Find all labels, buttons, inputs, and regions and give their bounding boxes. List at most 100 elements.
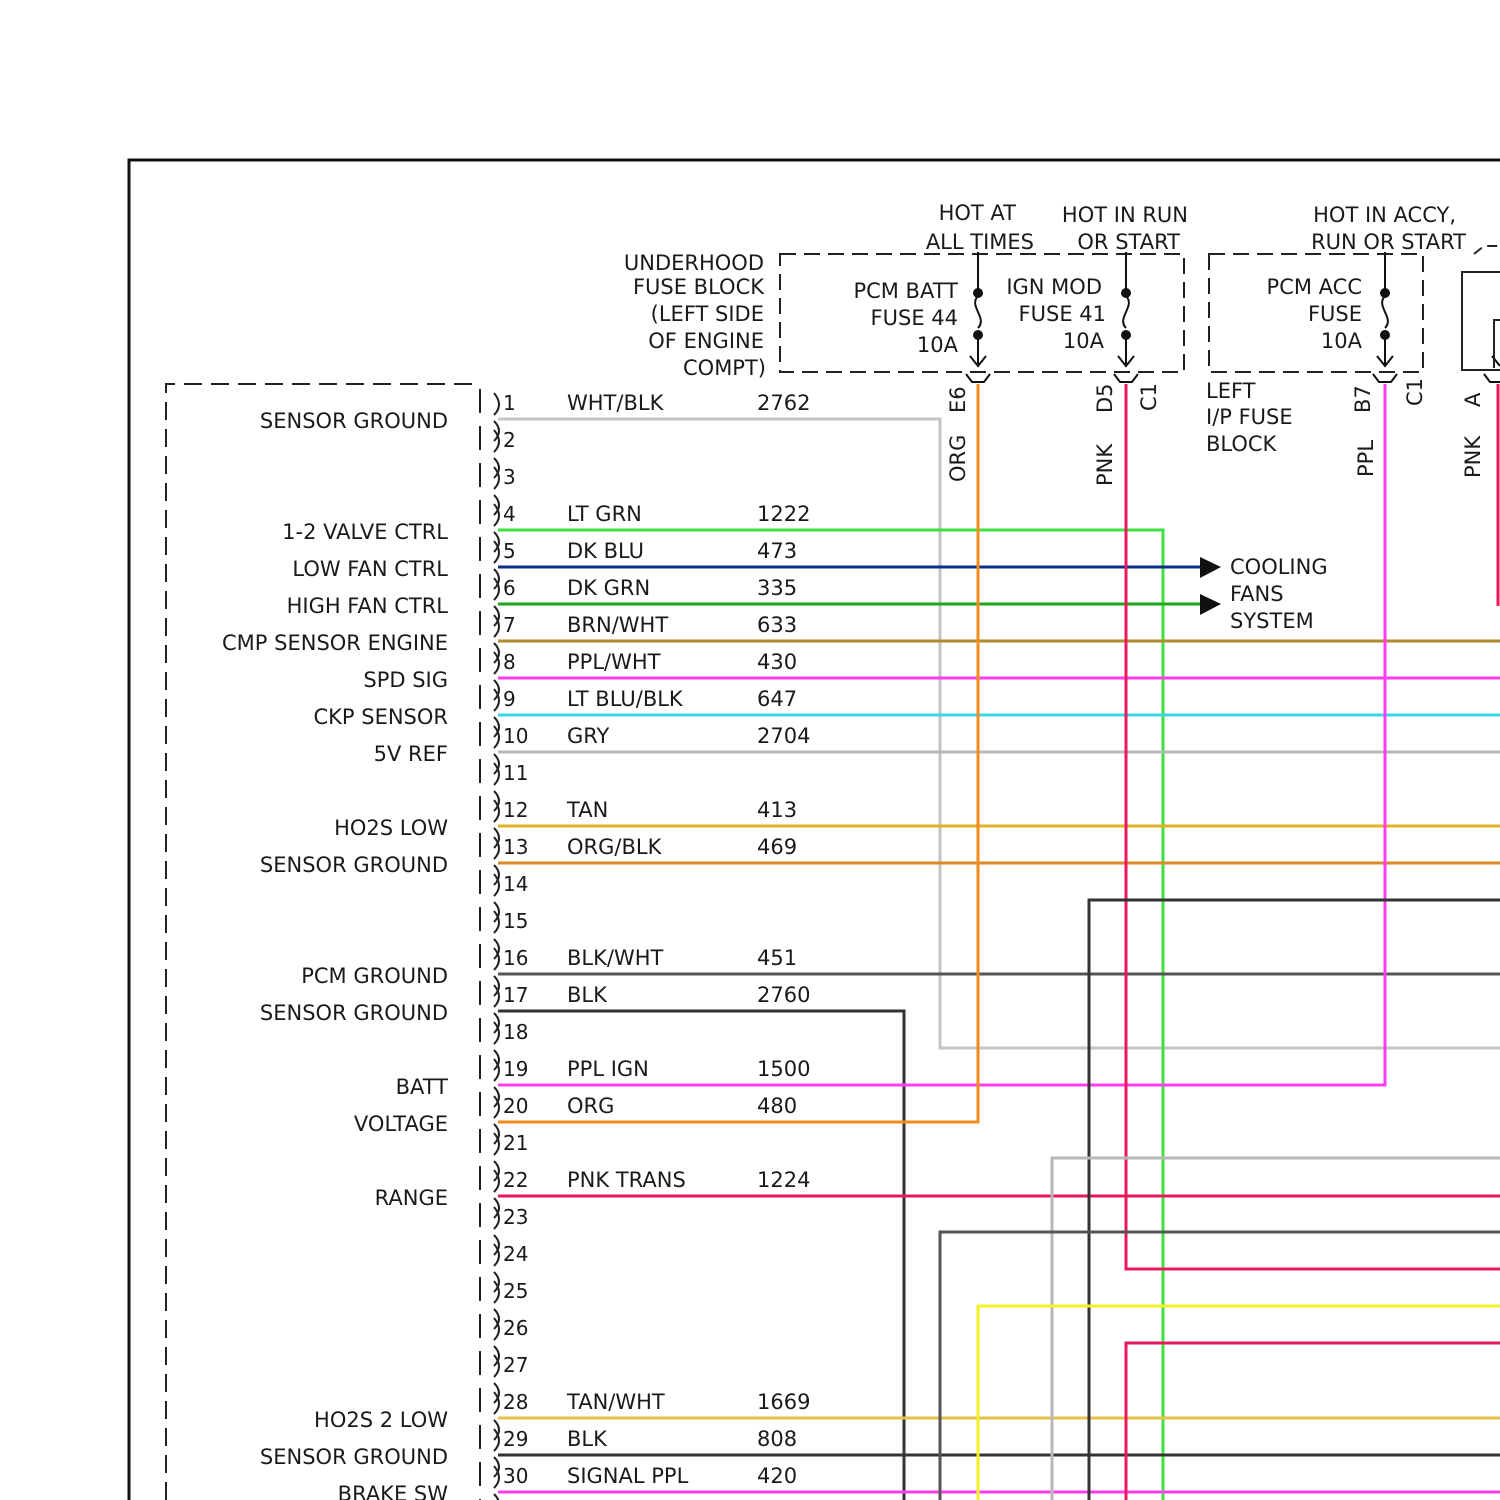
connector-cavity-icon <box>493 392 500 416</box>
pcm-acc-fuse-icon <box>1376 252 1394 368</box>
connector-d5-label: D5 <box>1093 383 1117 413</box>
hot-at-all-times-line1: HOT AT <box>939 201 1017 225</box>
pin-circuit-number: 1500 <box>757 1057 810 1081</box>
pin-number: 19 <box>503 1057 528 1081</box>
pin-wire-color: ORG/BLK <box>567 835 663 859</box>
hot-in-accy-line1: HOT IN ACCY, <box>1313 203 1456 227</box>
ign-mod-fuse-line3: 10A <box>1063 329 1105 353</box>
pcm-function-label: SENSOR GROUND <box>260 853 448 877</box>
cooling-fan-arrow-icon <box>1200 594 1221 615</box>
wire-pin-4 <box>498 528 1165 1500</box>
pcm-batt-fuse-line1: PCM BATT <box>853 279 958 303</box>
pin-labels: 1 WHT/BLK 2762234 LT GRN 12225 DK BLU 4736 DK G… <box>503 391 810 1488</box>
ign-mod-fuse-line2: FUSE 41 <box>1019 302 1106 326</box>
pin-number: 8 <box>503 650 516 674</box>
ign-mod-fuse-line1: IGN MOD <box>1006 275 1102 299</box>
pcm-function-label: LOW FAN CTRL <box>292 557 448 581</box>
pin-number: 15 <box>503 909 528 933</box>
hot-in-run-line1: HOT IN RUN <box>1062 203 1188 227</box>
cooling-fans-line1: COOLING <box>1230 555 1328 579</box>
pin-wire-color: BLK/WHT <box>567 946 664 970</box>
pin-wire-color: TAN <box>566 798 608 822</box>
underhood-label-line5: COMPT) <box>683 356 766 380</box>
pcm-acc-fuse-line1: PCM ACC <box>1267 275 1362 299</box>
hot-at-all-times-line2: ALL TIMES <box>926 230 1034 254</box>
wire-gray-b <box>1050 1156 1500 1500</box>
pin-wire-color: PPL/WHT <box>567 650 661 674</box>
connector-e6-label: E6 <box>946 386 970 413</box>
underhood-label-line1: UNDERHOOD <box>624 251 764 275</box>
pin-circuit-number: 335 <box>757 576 797 600</box>
pin-number: 11 <box>503 761 528 785</box>
pin-circuit-number: 647 <box>757 687 797 711</box>
pcm-function-label: CMP SENSOR ENGINE <box>222 631 448 655</box>
pin-wire-color: WHT/BLK <box>567 391 665 415</box>
pin-wire-color: BRN/WHT <box>567 613 668 637</box>
pin-wire-color: PPL IGN <box>567 1057 649 1081</box>
pin-circuit-number: 808 <box>757 1427 797 1451</box>
pin-number: 25 <box>503 1279 528 1303</box>
left-ip-label-line2: I/P FUSE <box>1206 405 1293 429</box>
pin-number: 13 <box>503 835 528 859</box>
pin-number: 16 <box>503 946 528 970</box>
fuse-44-icon <box>969 252 987 368</box>
pin-wire-color: DK GRN <box>567 576 650 600</box>
wire-blk-ground-a <box>1087 898 1500 1500</box>
wire-yellow-d <box>976 1304 1500 1500</box>
vertical-wire-org-label: ORG <box>946 435 970 482</box>
left-ip-label-line3: BLOCK <box>1206 432 1278 456</box>
pin-circuit-number: 469 <box>757 835 797 859</box>
pin-number: 27 <box>503 1353 528 1377</box>
pin-circuit-number: 633 <box>757 613 797 637</box>
pin-number: 26 <box>503 1316 528 1340</box>
pin-number: 23 <box>503 1205 528 1229</box>
pcm-function-labels: SENSOR GROUND 1-2 VALVE CTRL LOW FAN CTRL H… <box>222 409 448 1500</box>
pin-circuit-number: 2704 <box>757 724 810 748</box>
cooling-fan-arrow-icon <box>1200 557 1221 578</box>
pcm-wiring-diagram: HOT AT ALL TIMES HOT IN RUN OR START HOT… <box>127 158 1500 1500</box>
pin-number: 12 <box>503 798 528 822</box>
underhood-fuse-block-outline <box>779 253 1185 373</box>
pcm-acc-fuse-line2: FUSE <box>1308 302 1362 326</box>
pcm-acc-fuse-line3: 10A <box>1321 329 1363 353</box>
pin-wire-color: GRY <box>567 724 610 748</box>
cooling-fans-line3: SYSTEM <box>1230 609 1314 633</box>
pin-wire-color: ORG <box>567 1094 614 1118</box>
pcm-function-label: 5V REF <box>374 742 448 766</box>
pin-number: 24 <box>503 1242 528 1266</box>
pin-number: 3 <box>503 465 516 489</box>
pcm-function-label: PCM GROUND <box>301 964 448 988</box>
connector-b7-label: B7 <box>1351 385 1375 413</box>
pin-wire-color: PNK TRANS <box>567 1168 686 1192</box>
wire-pnk-e <box>1124 1341 1500 1500</box>
wire-dark-c <box>938 1230 1500 1500</box>
pin-circuit-number: 473 <box>757 539 797 563</box>
pcm-function-label: SENSOR GROUND <box>260 1001 448 1025</box>
pcm-function-label: BRAKE SW <box>338 1482 449 1500</box>
pin-number: 20 <box>503 1094 528 1118</box>
connector-c1-label-a: C1 <box>1137 383 1161 411</box>
pin-number: 4 <box>503 502 516 526</box>
pcm-function-label: SPD SIG <box>363 668 448 692</box>
pin-number: 21 <box>503 1131 528 1155</box>
pcm-function-label: SENSOR GROUND <box>260 409 448 433</box>
connector-cavity-icon <box>493 1493 500 1500</box>
vertical-wire-pnk-label: PNK <box>1093 443 1117 486</box>
pin-number: 18 <box>503 1020 528 1044</box>
vertical-wire-pnk-right-label: PNK <box>1461 435 1485 478</box>
fuse-41-icon <box>1117 252 1135 368</box>
pcm-connector-cavities <box>479 389 500 1500</box>
connector-c1-label-b: C1 <box>1403 378 1427 406</box>
cooling-fans-line2: FANS <box>1230 582 1284 606</box>
pin-wire-color: LT GRN <box>567 502 642 526</box>
pin-number: 10 <box>503 724 528 748</box>
pin-circuit-number: 1669 <box>757 1390 810 1414</box>
pcm-function-label: 1-2 VALVE CTRL <box>282 520 448 544</box>
pin-wire-color: DK BLU <box>567 539 644 563</box>
pin-circuit-number: 2762 <box>757 391 810 415</box>
pcm-function-label: HO2S 2 LOW <box>314 1408 448 1432</box>
pin-number: 29 <box>503 1427 528 1451</box>
vertical-wire-ppl-label: PPL <box>1354 440 1378 477</box>
pin-circuit-number: 430 <box>757 650 797 674</box>
pin-number: 1 <box>503 391 516 415</box>
